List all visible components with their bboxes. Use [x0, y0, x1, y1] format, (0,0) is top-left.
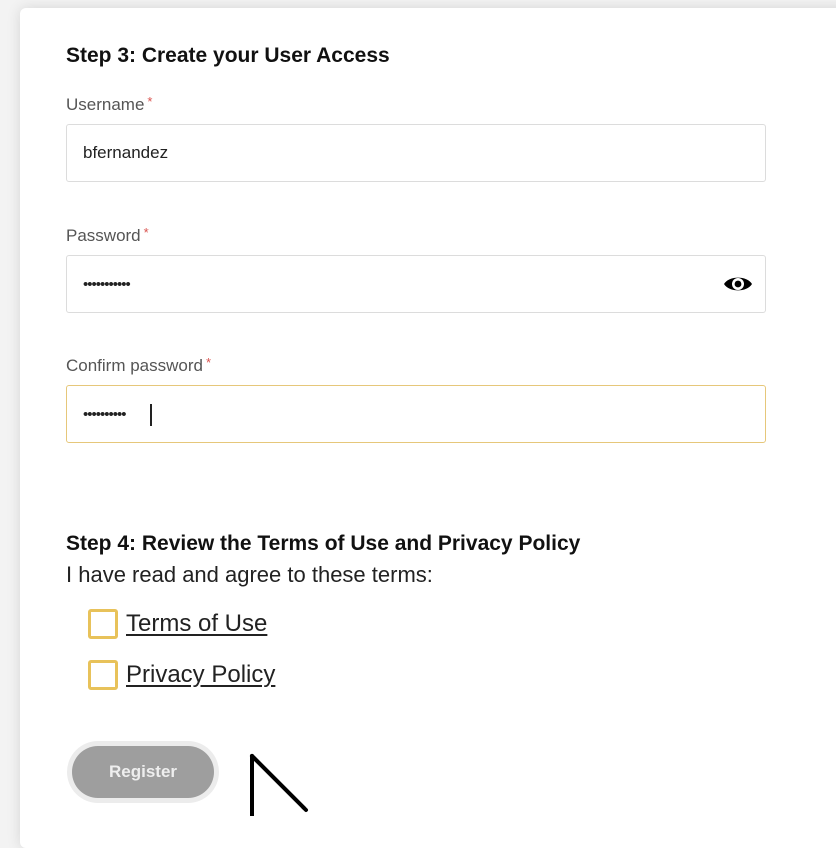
password-field[interactable]	[66, 255, 766, 313]
password-input[interactable]	[83, 256, 703, 312]
username-input[interactable]	[83, 125, 703, 181]
confirm-password-field[interactable]	[66, 385, 766, 443]
privacy-policy-row: Privacy Policy	[88, 659, 275, 691]
step4-title: Step 4: Review the Terms of Use and Priv…	[66, 532, 581, 555]
required-mark: *	[147, 94, 153, 109]
text-caret	[150, 404, 152, 426]
register-button[interactable]: Register	[72, 746, 214, 798]
required-mark: *	[206, 355, 212, 370]
privacy-policy-checkbox[interactable]	[88, 660, 118, 690]
terms-of-use-checkbox[interactable]	[88, 609, 118, 639]
confirm-password-label-text: Confirm password	[66, 356, 203, 375]
required-mark: *	[143, 225, 149, 240]
username-field[interactable]	[66, 124, 766, 182]
eye-icon[interactable]	[721, 269, 755, 299]
agree-text: I have read and agree to these terms:	[66, 562, 433, 587]
terms-of-use-row: Terms of Use	[88, 608, 267, 640]
username-label: Username *	[66, 94, 152, 115]
password-label-text: Password	[66, 226, 141, 245]
step3-title: Step 3: Create your User Access	[66, 44, 390, 67]
confirm-password-input[interactable]	[83, 386, 703, 442]
username-label-text: Username	[66, 95, 145, 114]
password-label: Password *	[66, 225, 149, 246]
mouse-cursor-icon	[250, 754, 308, 816]
confirm-password-label: Confirm password *	[66, 355, 211, 376]
privacy-policy-link[interactable]: Privacy Policy	[126, 661, 275, 689]
terms-of-use-link[interactable]: Terms of Use	[126, 610, 267, 638]
